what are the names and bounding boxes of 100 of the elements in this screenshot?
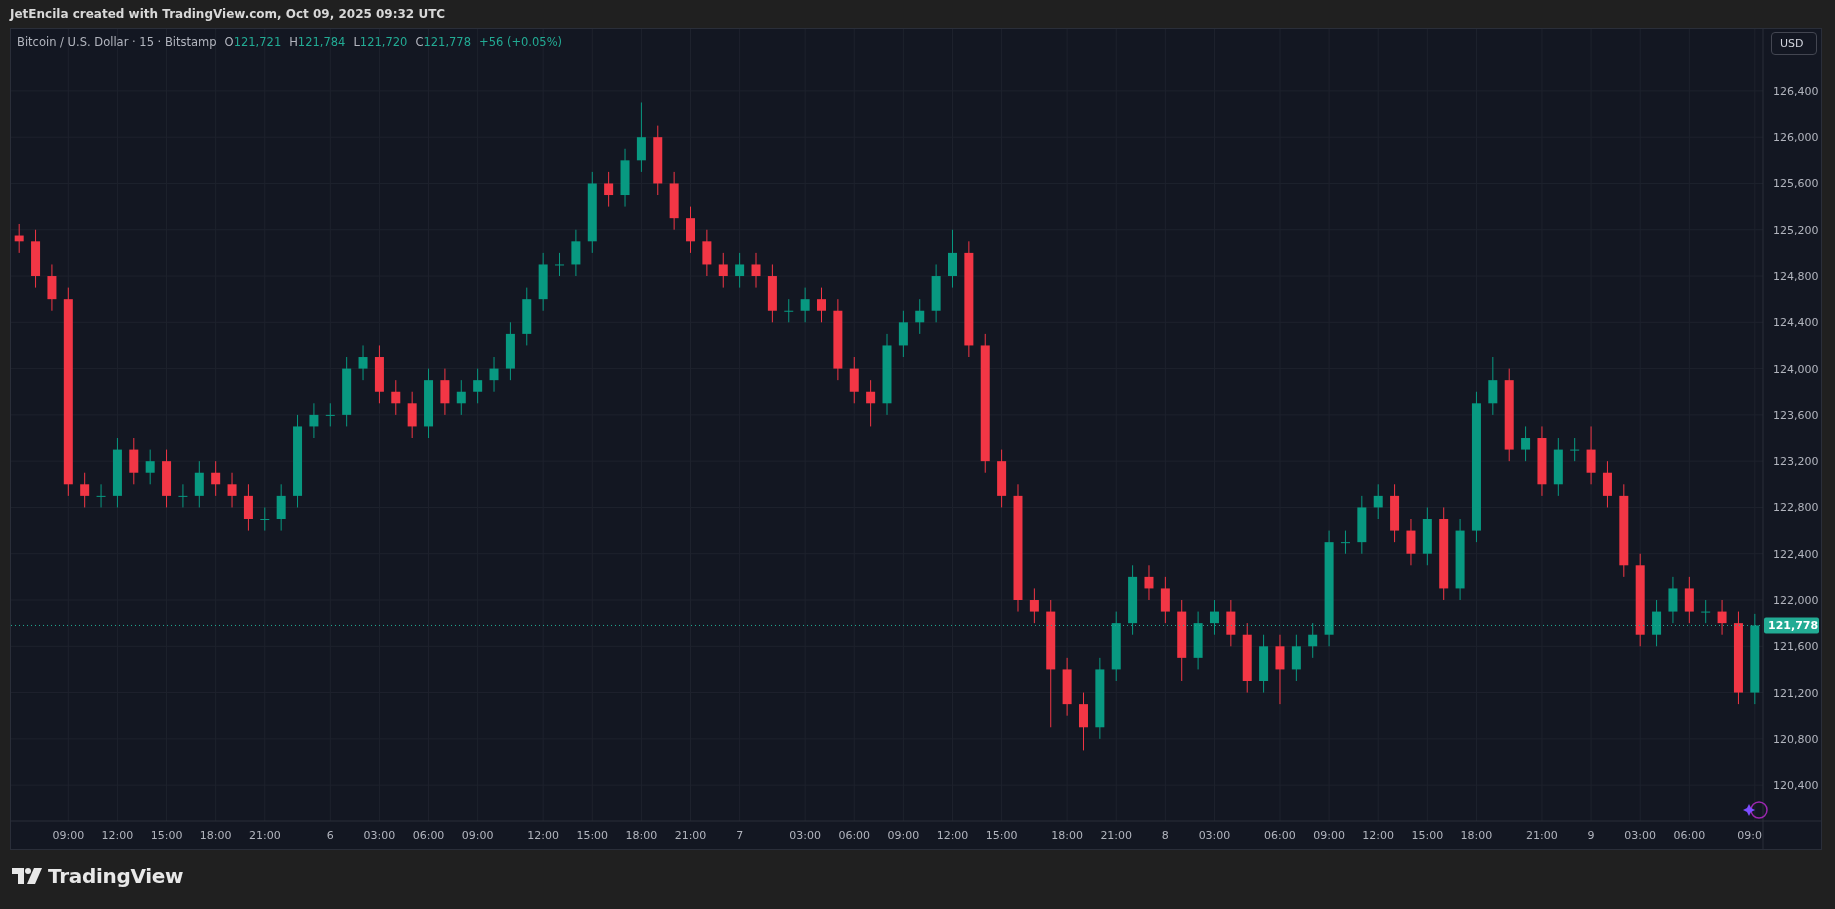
candle — [1242, 622, 1252, 694]
candle — [931, 263, 941, 323]
time-label: 06:00 — [1264, 829, 1296, 842]
candle — [1602, 460, 1612, 508]
price-label: 123,600 — [1773, 408, 1819, 422]
candle — [522, 287, 532, 346]
candle — [31, 229, 41, 289]
candle — [1668, 576, 1678, 624]
candle — [1144, 564, 1154, 601]
candle — [1537, 425, 1547, 497]
time-label: 03:00 — [363, 829, 396, 842]
time-label: 09:00 — [52, 829, 85, 842]
time-label: 12:00 — [1362, 829, 1395, 842]
candle — [194, 460, 204, 508]
candle — [1029, 587, 1039, 624]
time-label: 09:0 — [1737, 829, 1762, 842]
candle — [571, 229, 581, 277]
candle — [669, 171, 679, 231]
candle — [735, 252, 745, 289]
candle — [948, 229, 957, 289]
candle — [702, 229, 712, 277]
candle — [358, 344, 368, 381]
candle — [1111, 611, 1121, 682]
price-label: 120,800 — [1773, 732, 1819, 746]
price-label: 120,400 — [1773, 779, 1819, 793]
time-label: 12:00 — [101, 829, 134, 842]
price-label: 121,200 — [1773, 686, 1819, 700]
candle — [1226, 599, 1236, 647]
candle — [555, 252, 565, 277]
time-label: 21:00 — [1100, 829, 1133, 842]
candle — [686, 206, 695, 254]
candle — [243, 483, 253, 532]
candle — [1652, 599, 1662, 647]
price-label: 121,600 — [1773, 640, 1819, 654]
candle — [1291, 634, 1301, 682]
candle — [1422, 506, 1432, 566]
candle — [1521, 425, 1531, 462]
candle — [915, 298, 925, 335]
ohlc-value: O121,721 — [224, 35, 282, 49]
time-label: 03:00 — [1198, 829, 1231, 842]
candle — [456, 379, 466, 416]
time-label: 15:00 — [150, 829, 183, 842]
candle — [227, 472, 237, 508]
candle — [604, 171, 614, 208]
candle — [1717, 599, 1727, 636]
candle — [162, 449, 172, 508]
candle — [96, 483, 106, 508]
price-label: 126,400 — [1773, 84, 1819, 98]
candle — [1209, 599, 1219, 636]
candle — [1488, 356, 1498, 416]
time-label: 21:00 — [1526, 829, 1558, 842]
time-label: 7 — [736, 829, 744, 842]
candle — [14, 223, 24, 254]
candle — [1390, 483, 1400, 543]
candle — [866, 379, 876, 427]
candle — [1570, 437, 1580, 462]
candle — [80, 472, 90, 508]
logo-text: TradingView — [48, 864, 184, 888]
symbol-title: Bitcoin / U.S. Dollar · 15 · Bitstamp — [17, 35, 217, 49]
candle — [260, 506, 270, 532]
candle — [898, 310, 908, 358]
candle — [1586, 425, 1596, 485]
time-label: 18:00 — [1460, 829, 1493, 842]
price-label: 124,800 — [1773, 270, 1819, 284]
candle — [817, 287, 826, 323]
candle — [505, 321, 515, 381]
time-label: 06:00 — [412, 829, 445, 842]
time-label: 03:00 — [1624, 829, 1657, 842]
sparkle-icon[interactable] — [1743, 801, 1768, 819]
price-change: +56 (+0.05%) — [479, 35, 563, 49]
time-label: 18:00 — [1051, 829, 1083, 842]
candle — [1684, 576, 1694, 624]
time-label: 18:00 — [625, 829, 658, 842]
price-label: 126,000 — [1773, 131, 1819, 145]
time-label: 12:00 — [527, 829, 559, 842]
time-label: 18:00 — [199, 829, 232, 842]
candle — [1701, 599, 1711, 624]
candle — [1259, 634, 1269, 694]
time-label: 21:00 — [248, 829, 281, 842]
price-label: 122,400 — [1773, 547, 1819, 561]
candle — [1373, 483, 1383, 520]
candle — [407, 391, 417, 439]
time-label: 06:00 — [1673, 829, 1706, 842]
time-label: 9 — [1587, 829, 1595, 842]
currency-button[interactable]: USD — [1771, 32, 1817, 55]
candle — [342, 356, 352, 427]
time-label: 06:00 — [838, 829, 871, 842]
time-label: 6 — [326, 829, 334, 842]
last-price-label: 121,778 — [1764, 617, 1819, 634]
candle — [489, 356, 499, 393]
candle — [636, 101, 646, 173]
candle — [767, 263, 777, 323]
candle — [309, 402, 319, 439]
ohlc-value: H121,784 — [289, 35, 346, 49]
candle — [849, 356, 859, 404]
candle — [718, 252, 728, 289]
candle — [1079, 692, 1088, 751]
candle — [47, 263, 57, 312]
candle — [211, 460, 221, 497]
time-label: 03:00 — [789, 829, 821, 842]
